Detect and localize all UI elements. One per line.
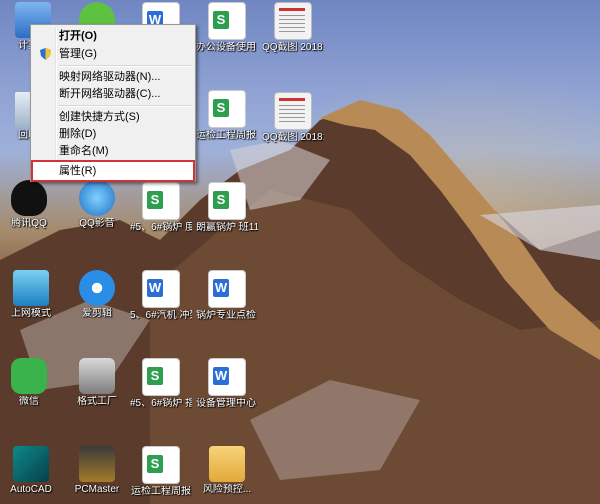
spreadsheet-doc-icon: S	[142, 182, 180, 220]
shield-icon	[40, 48, 51, 60]
spreadsheet-doc-icon: S	[142, 358, 180, 396]
menu-item-rename[interactable]: 重命名(M)	[33, 142, 193, 160]
autocad-icon	[13, 446, 49, 482]
desktop-icon-doc[interactable]: S 朗赢锅炉 班11月度...	[196, 182, 258, 234]
word-doc-icon: W	[208, 358, 246, 396]
desktop-icon-app[interactable]: 格式工厂	[66, 358, 128, 408]
menu-item-label: 创建快捷方式(S)	[59, 111, 140, 123]
menu-item-disconnect-network-drive[interactable]: 断开网络驱动器(C)...	[33, 85, 193, 103]
format-factory-icon	[79, 358, 115, 394]
video-editor-icon	[79, 270, 115, 306]
network-mode-icon	[13, 270, 49, 306]
icon-label: #5、6#锅炉 指示器记录...	[130, 398, 192, 409]
icon-label: QQ截图 20181105...	[262, 132, 324, 143]
spreadsheet-doc-icon: S	[208, 182, 246, 220]
desktop-icon-doc[interactable]: S 办公设备使用 情况登记表...	[196, 2, 258, 54]
desktop-icon-wechat[interactable]: 微信	[0, 358, 60, 408]
desktop-icon-folder[interactable]: 风险预控...	[196, 446, 258, 496]
desktop-icon-pcmaster[interactable]: PCMaster	[66, 446, 128, 496]
icon-label: QQ截图 20181105...	[262, 42, 324, 53]
icon-label: 微信	[19, 396, 39, 407]
menu-separator	[59, 105, 191, 107]
desktop-icon-app[interactable]: 上网模式	[0, 270, 62, 320]
image-thumbnail-icon	[274, 2, 312, 40]
desktop-icon-doc[interactable]: S #5、6#锅炉 度测量记录...	[130, 182, 192, 234]
desktop-icon-doc[interactable]: S 运检工程周报	[130, 446, 192, 498]
desktop-icon-screenshot[interactable]: QQ截图 20181105...	[262, 2, 324, 54]
menu-item-label: 管理(G)	[59, 48, 97, 60]
menu-item-label: 属性(R)	[59, 165, 97, 177]
menu-item-open[interactable]: 打开(O)	[33, 27, 193, 45]
icon-label: PCMaster	[74, 484, 120, 495]
icon-label: 运检工程周报	[131, 486, 191, 497]
icon-label: QQ影音	[79, 218, 115, 229]
spreadsheet-doc-icon: S	[142, 446, 180, 484]
icon-label: 办公设备使用 情况登记表...	[196, 42, 258, 53]
icon-label: 5、6#汽机 冲架及保护...	[130, 310, 192, 321]
desktop-icon-qqplayer[interactable]: QQ影音	[66, 180, 128, 230]
image-thumbnail-icon	[274, 92, 312, 130]
icon-label: 格式工厂	[77, 396, 117, 407]
menu-item-delete[interactable]: 删除(D)	[33, 125, 193, 143]
menu-item-label: 删除(D)	[59, 128, 97, 140]
spreadsheet-doc-icon: S	[208, 90, 246, 128]
icon-label: 上网模式	[11, 308, 51, 319]
word-doc-icon: W	[142, 270, 180, 308]
desktop-icon-qq[interactable]: 腾讯QQ	[0, 180, 60, 230]
desktop-icon-autocad[interactable]: AutoCAD	[0, 446, 62, 496]
desktop[interactable]: 计算机 W S 办公设备使用 情况登记表... QQ截图 20181105...…	[0, 0, 600, 504]
icon-label: 运检工程周报 2018年...	[196, 130, 258, 141]
menu-item-label: 映射网络驱动器(N)...	[59, 71, 161, 83]
desktop-icon-doc[interactable]: W 5、6#汽机 冲架及保护...	[130, 270, 192, 322]
desktop-icon-doc[interactable]: S 运检工程周报 2018年...	[196, 90, 258, 142]
desktop-icon-doc[interactable]: S #5、6#锅炉 指示器记录...	[130, 358, 192, 410]
desktop-icon-doc[interactable]: W 设备管理中心 2018...	[196, 358, 258, 410]
menu-item-map-network-drive[interactable]: 映射网络驱动器(N)...	[33, 68, 193, 86]
menu-item-label: 断开网络驱动器(C)...	[59, 88, 161, 100]
menu-item-create-shortcut[interactable]: 创建快捷方式(S)	[33, 108, 193, 126]
icon-label: #5、6#锅炉 度测量记录...	[130, 222, 192, 233]
spreadsheet-doc-icon: S	[208, 2, 246, 40]
icon-label: 爱剪辑	[82, 308, 112, 319]
icon-label: 腾讯QQ	[11, 218, 47, 229]
icon-label: AutoCAD	[10, 484, 52, 495]
context-menu: 打开(O) 管理(G) 映射网络驱动器(N)... 断开网络驱动器(C)... …	[30, 24, 196, 182]
menu-separator	[59, 65, 191, 67]
desktop-icon-app[interactable]: 爱剪辑	[66, 270, 128, 320]
word-doc-icon: W	[208, 270, 246, 308]
chat-bubbles-icon	[11, 358, 47, 394]
player-icon	[79, 180, 115, 216]
desktop-icon-doc[interactable]: W 锅炉专业点检 周报2018...	[196, 270, 258, 322]
desktop-icon-screenshot[interactable]: QQ截图 20181105...	[262, 92, 324, 144]
icon-label: 设备管理中心 2018...	[196, 398, 258, 409]
pcmaster-icon	[79, 446, 115, 482]
menu-item-properties[interactable]: 属性(R)	[31, 160, 195, 182]
folder-icon	[209, 446, 245, 482]
penguin-icon	[11, 180, 47, 216]
icon-label: 朗赢锅炉 班11月度...	[196, 222, 258, 233]
icon-label: 锅炉专业点检 周报2018...	[196, 310, 258, 321]
menu-item-manage[interactable]: 管理(G)	[33, 45, 193, 63]
menu-item-label: 打开(O)	[59, 30, 97, 42]
menu-item-label: 重命名(M)	[59, 145, 109, 157]
icon-label: 风险预控...	[202, 484, 252, 495]
